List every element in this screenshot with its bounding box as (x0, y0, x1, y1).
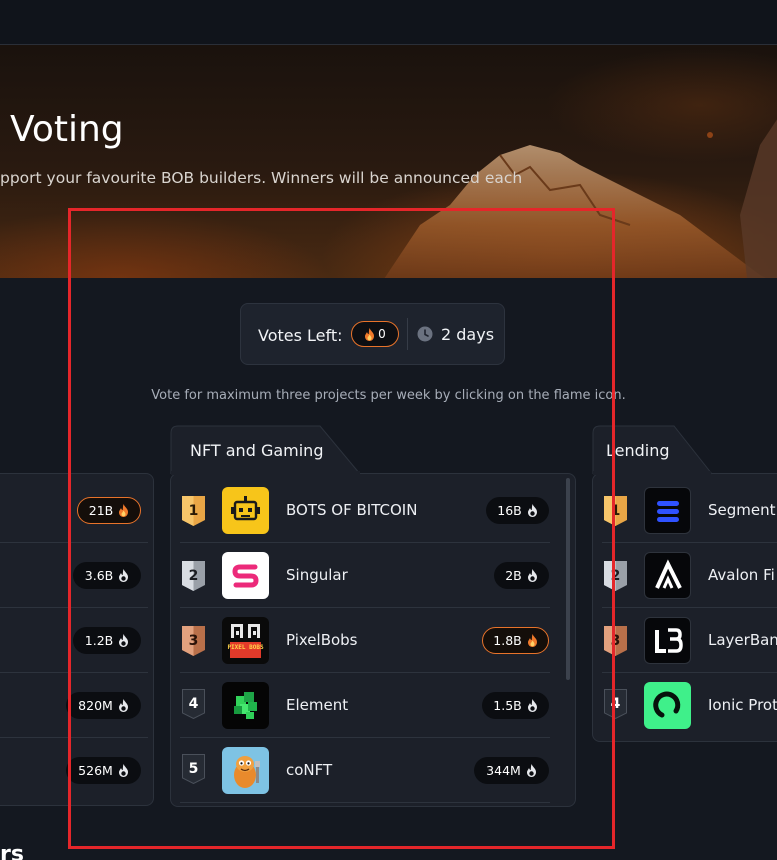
tab-lending[interactable]: Lending (606, 441, 670, 460)
list-item: 3 LayerBank (602, 608, 777, 673)
list-item: 2 Avalon Fi (602, 543, 777, 608)
list-item: 4 Ionic Prot (602, 673, 777, 738)
project-name[interactable]: Segment (708, 501, 776, 519)
page-title: Voting (10, 109, 124, 150)
project-name[interactable]: Avalon Fi (708, 566, 775, 584)
page-subtitle: pport your favourite BOB builders. Winne… (0, 169, 523, 187)
project-name[interactable]: LayerBank (708, 631, 777, 649)
avalon-a-logo (644, 552, 691, 599)
project-name[interactable]: Ionic Prot (708, 696, 777, 714)
ionic-logo (644, 682, 691, 729)
highlight-box (68, 208, 615, 849)
segment-logo (644, 487, 691, 534)
list-item: 1 Segment (602, 478, 777, 543)
top-navbar (0, 0, 777, 45)
layerbank-logo (644, 617, 691, 664)
section-heading-fragment: rs (0, 842, 24, 860)
